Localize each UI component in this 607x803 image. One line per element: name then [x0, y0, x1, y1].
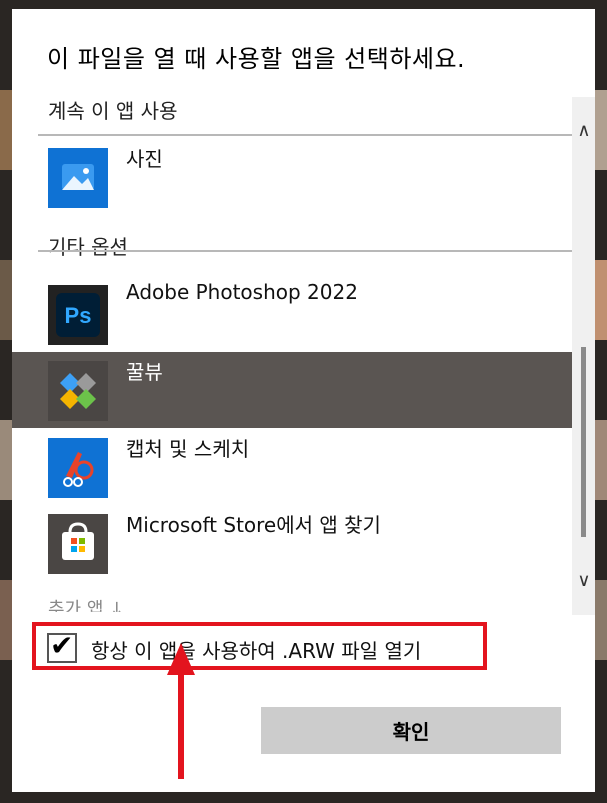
app-name: Microsoft Store에서 앱 찾기 [126, 513, 381, 537]
app-name: 꿀뷰 [126, 360, 163, 384]
app-name: Adobe Photoshop 2022 [126, 280, 358, 304]
photoshop-icon: Ps [48, 285, 108, 345]
snip-sketch-icon [48, 438, 108, 498]
more-apps-link[interactable]: 추가 앱 ↓ [48, 595, 124, 612]
app-item-store[interactable]: Microsoft Store에서 앱 찾기 [12, 505, 572, 581]
app-item-photoshop[interactable]: Ps Adobe Photoshop 2022 [12, 276, 572, 352]
store-icon [48, 514, 108, 574]
always-use-label[interactable]: 항상 이 앱을 사용하여 .ARW 파일 열기 [91, 635, 421, 664]
thumbnail [0, 420, 12, 500]
thumbnail [595, 420, 607, 500]
always-use-checkbox[interactable]: ✔ [47, 629, 77, 663]
app-list: 계속 이 앱 사용 사진 기타 옵션 Ps Adobe Photoshop 20… [12, 93, 572, 613]
ok-button[interactable]: 확인 [261, 707, 561, 754]
thumbnail [0, 580, 12, 660]
divider [38, 250, 572, 252]
divider [38, 134, 572, 136]
thumbnail [595, 580, 607, 660]
annotation-arrow-shaft [178, 673, 184, 779]
background-right-strip [595, 0, 607, 803]
chevron-down-icon[interactable]: ∨ [574, 571, 594, 591]
svg-text:Ps: Ps [65, 303, 92, 328]
honeyview-icon [48, 361, 108, 421]
dialog-title: 이 파일을 열 때 사용할 앱을 선택하세요. [47, 45, 466, 73]
app-name: 사진 [126, 147, 163, 171]
app-item-photos[interactable]: 사진 [12, 139, 572, 215]
chevron-up-icon[interactable]: ∧ [574, 121, 594, 141]
app-item-snip-sketch[interactable]: 캡처 및 스케치 [12, 429, 572, 505]
app-item-honeyview[interactable]: 꿀뷰 [12, 352, 572, 428]
other-options-header: 기타 옵션 [48, 235, 128, 259]
background-left-strip [0, 0, 12, 803]
thumbnail [0, 260, 12, 340]
thumbnail [595, 260, 607, 340]
app-name: 캡처 및 스케치 [126, 437, 250, 461]
thumbnail [0, 90, 12, 170]
annotation-arrow-head [167, 643, 195, 675]
scroll-thumb[interactable] [581, 347, 586, 537]
keep-using-header: 계속 이 앱 사용 [48, 99, 178, 123]
photos-icon [48, 148, 108, 208]
checkmark-icon: ✔ [50, 629, 74, 662]
open-with-dialog: 이 파일을 열 때 사용할 앱을 선택하세요. 계속 이 앱 사용 사진 기타 … [12, 9, 595, 792]
scrollbar[interactable]: ∧ ∨ [572, 97, 595, 615]
thumbnail [595, 90, 607, 170]
